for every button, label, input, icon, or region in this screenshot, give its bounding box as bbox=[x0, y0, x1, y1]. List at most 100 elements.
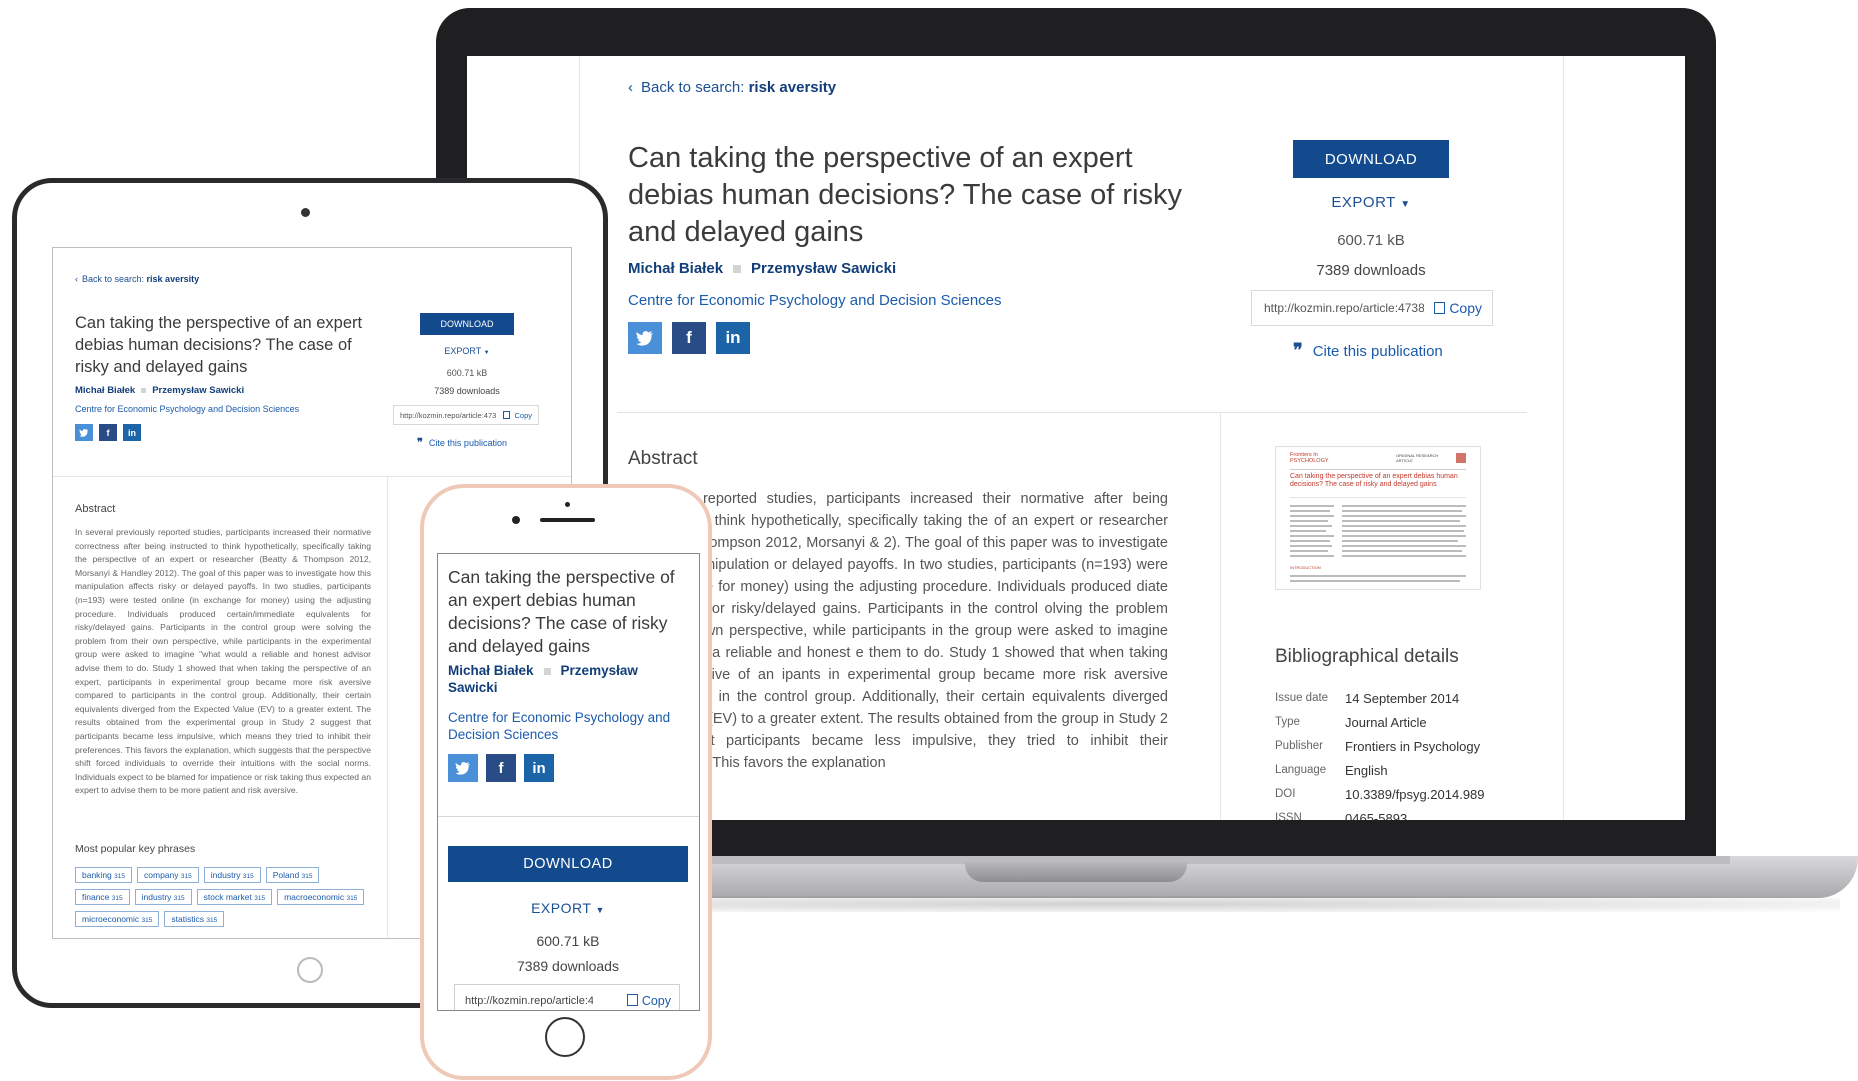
abstract-text: In several previously reported studies, … bbox=[75, 527, 371, 796]
bib-key: DOI bbox=[1275, 788, 1296, 800]
facebook-icon[interactable]: f bbox=[486, 754, 516, 782]
authors: Michał Białek Przemysław Sawicki bbox=[628, 260, 896, 277]
copy-icon bbox=[626, 994, 638, 1006]
export-dropdown[interactable]: EXPORT ▼ bbox=[1293, 194, 1449, 211]
article-preview-thumbnail[interactable]: Frontiers In PSYCHOLOGY ORIGINAL RESEARC… bbox=[1275, 446, 1481, 590]
twitter-icon[interactable] bbox=[628, 322, 662, 354]
key-phrase-chip[interactable]: banking 315 bbox=[75, 867, 133, 883]
linkedin-icon[interactable]: in bbox=[524, 754, 554, 782]
export-dropdown[interactable]: EXPORT ▼ bbox=[448, 900, 688, 916]
copy-button[interactable]: Copy bbox=[1434, 300, 1482, 316]
bib-value: 14 September 2014 bbox=[1345, 690, 1460, 706]
key-phrase-chip[interactable]: microeconomic 315 bbox=[75, 911, 160, 927]
bib-row: Language English bbox=[1275, 758, 1485, 782]
key-phrase-label: statistics bbox=[171, 914, 204, 924]
url-text: http://kozmin.repo/article:4738 bbox=[1264, 301, 1424, 315]
back-to-search-link[interactable]: ‹ Back to search: risk aversity bbox=[628, 79, 836, 96]
copy-label: Copy bbox=[641, 994, 671, 1008]
bib-value: 0465-5893 bbox=[1345, 810, 1408, 821]
article-title: Can taking the perspective of an expert … bbox=[448, 567, 675, 656]
tablet-home-button bbox=[297, 957, 323, 983]
key-phrase-count: 315 bbox=[114, 873, 126, 880]
facebook-icon[interactable]: f bbox=[99, 424, 117, 441]
author-link[interactable]: Michał Białek bbox=[75, 385, 135, 396]
caret-down-icon: ▼ bbox=[483, 350, 490, 356]
authors: Michał Białek Przemysław Sawicki bbox=[75, 385, 244, 396]
thumb-journal: Frontiers In PSYCHOLOGY bbox=[1290, 452, 1329, 464]
social-share: f in bbox=[75, 424, 141, 441]
institution-link[interactable]: Centre for Economic Psychology and Decis… bbox=[628, 292, 1002, 309]
download-count: 7389 downloads bbox=[1316, 262, 1426, 279]
export-label: EXPORT bbox=[531, 900, 592, 916]
copy-icon bbox=[1434, 302, 1446, 314]
key-phrase-chip[interactable]: company 315 bbox=[137, 867, 199, 883]
cite-publication-link[interactable]: ❞ Cite this publication bbox=[417, 436, 507, 449]
back-to-search-link[interactable]: ‹ Back to search: risk aversity bbox=[75, 274, 199, 284]
back-prefix: Back to search: bbox=[641, 79, 745, 96]
divider bbox=[387, 476, 388, 938]
caret-down-icon: ▼ bbox=[595, 905, 605, 915]
key-phrase-count: 315 bbox=[206, 917, 218, 924]
facebook-icon[interactable]: f bbox=[672, 322, 706, 354]
cite-label: Cite this publication bbox=[1312, 343, 1443, 360]
copy-button[interactable]: Copy bbox=[626, 994, 671, 1008]
quote-icon: ❞ bbox=[417, 437, 423, 449]
phone-speaker bbox=[540, 518, 595, 522]
key-phrase-chip[interactable]: Poland 315 bbox=[265, 867, 320, 883]
thumb-tag: ORIGINAL RESEARCH ARTICLE bbox=[1396, 453, 1439, 463]
bib-value: Frontiers in Psychology bbox=[1345, 738, 1481, 754]
cite-publication-link[interactable]: ❞ Cite this publication bbox=[1293, 340, 1493, 361]
institution-link[interactable]: Centre for Economic Psychology and Decis… bbox=[448, 709, 688, 743]
author-link[interactable]: Michał Białek bbox=[628, 260, 723, 277]
institution-link[interactable]: Centre for Economic Psychology and Decis… bbox=[75, 404, 299, 414]
download-button[interactable]: DOWNLOAD bbox=[420, 313, 514, 335]
key-phrase-label: banking bbox=[82, 870, 112, 880]
key-phrase-label: industry bbox=[210, 870, 241, 880]
copy-button[interactable]: Copy bbox=[503, 410, 532, 420]
key-phrase-chip[interactable]: statistics 315 bbox=[164, 911, 225, 927]
bib-key: Language bbox=[1275, 764, 1327, 776]
export-dropdown[interactable]: EXPORT ▼ bbox=[420, 346, 514, 356]
article-url-field[interactable]: http://kozmin.repo/article:4738 Copy bbox=[393, 405, 539, 425]
abstract-heading: Abstract bbox=[75, 503, 116, 515]
key-phrase-count: 315 bbox=[111, 895, 123, 902]
search-query: risk aversity bbox=[748, 79, 837, 96]
export-label: EXPORT bbox=[1331, 194, 1396, 211]
linkedin-icon[interactable]: in bbox=[716, 322, 750, 354]
search-query: risk aversity bbox=[146, 274, 200, 284]
chevron-left-icon: ‹ bbox=[75, 274, 78, 284]
article-url-field[interactable]: http://kozmin.repo/article:4738 Copy bbox=[454, 984, 680, 1010]
export-label: EXPORT bbox=[444, 346, 482, 356]
bib-value: 10.3389/fpsyg.2014.989 bbox=[1345, 786, 1485, 802]
key-phrase-chip[interactable]: finance 315 bbox=[75, 889, 130, 905]
bibliographical-details-list: Issue date 14 September 2014 Type Journal … bbox=[1275, 686, 1485, 821]
tablet-camera bbox=[301, 208, 310, 217]
key-phrase-label: macroeconomic bbox=[284, 892, 345, 902]
laptop-trackpad-notch bbox=[965, 862, 1187, 882]
key-phrase-chip[interactable]: macroeconomic 315 bbox=[277, 889, 365, 905]
divider bbox=[438, 816, 699, 817]
twitter-icon[interactable] bbox=[75, 424, 93, 441]
author-link[interactable]: Michał Białek bbox=[448, 663, 534, 678]
phone-screen: Can taking the perspective of an expert … bbox=[437, 553, 700, 1011]
author-link[interactable]: Przemysław Sawicki bbox=[152, 385, 244, 396]
download-button[interactable]: DOWNLOAD bbox=[448, 846, 688, 882]
file-size: 600.71 kB bbox=[446, 368, 488, 378]
download-button[interactable]: DOWNLOAD bbox=[1293, 140, 1449, 178]
bib-key: Issue date bbox=[1275, 692, 1329, 704]
social-share: f in bbox=[448, 754, 554, 782]
key-phrase-chip[interactable]: industry 315 bbox=[203, 867, 261, 883]
article-url-field[interactable]: http://kozmin.repo/article:4738 Copy bbox=[1251, 290, 1493, 326]
abstract-heading: Abstract bbox=[628, 448, 698, 469]
key-phrase-chip[interactable]: industry 315 bbox=[134, 889, 192, 905]
bib-row: DOI 10.3389/fpsyg.2014.989 bbox=[1275, 782, 1485, 806]
key-phrases-list: banking 315 company 315 industry 315 Pol… bbox=[75, 867, 365, 927]
url-text: http://kozmin.repo/article:4738 bbox=[400, 410, 496, 420]
twitter-icon[interactable] bbox=[448, 754, 478, 782]
divider bbox=[617, 412, 1527, 413]
caret-down-icon: ▼ bbox=[1400, 199, 1411, 210]
linkedin-icon[interactable]: in bbox=[123, 424, 141, 441]
divider bbox=[1220, 412, 1221, 820]
key-phrase-chip[interactable]: stock market 315 bbox=[196, 889, 273, 905]
author-link[interactable]: Przemysław Sawicki bbox=[751, 260, 896, 277]
